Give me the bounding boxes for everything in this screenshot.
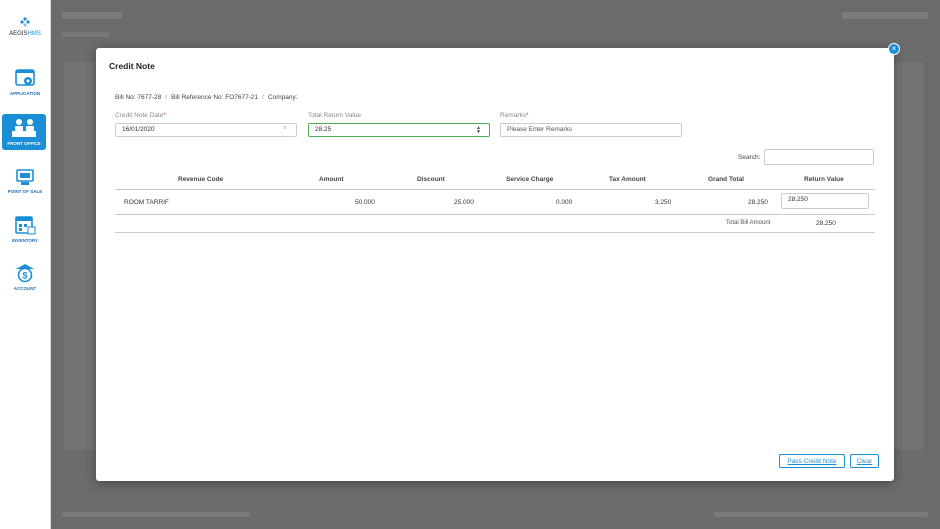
close-button[interactable]: × (888, 43, 900, 55)
remarks-input[interactable]: Please Enter Remarks (500, 123, 682, 137)
logo-text: AEGISHMS (9, 31, 41, 37)
inventory-icon (15, 216, 36, 235)
separator: / (165, 94, 168, 101)
column-header-revenue-code: Revenue Code (178, 176, 224, 183)
search-label: Search: (738, 154, 761, 161)
total-return-value-input[interactable]: 28.25 (308, 123, 490, 137)
app-logo[interactable]: AEGISHMS (0, 16, 50, 37)
sidebar: AEGISHMS APPLICATION FRONT OFFICE POINT … (0, 0, 51, 529)
background-footer-left (62, 512, 250, 517)
cell-discount: 25.000 (454, 199, 474, 206)
number-stepper-icon[interactable]: ▲ ▼ (476, 126, 481, 135)
background-footer-right (714, 512, 928, 517)
sidebar-item-label: APPLICATION (9, 91, 41, 96)
column-header-grand-total: Grand Total (708, 176, 744, 183)
sidebar-item-application[interactable]: APPLICATION (0, 69, 50, 96)
column-header-tax-amount: Tax Amount (609, 176, 646, 183)
separator: / (262, 94, 264, 101)
pass-credit-note-button[interactable]: Pass Credit Note (779, 454, 845, 468)
column-header-service-charge: Service Charge (506, 176, 554, 183)
logo-icon (20, 17, 30, 27)
column-header-discount: Discount (417, 176, 445, 183)
total-return-value-label: Total Return Value (308, 112, 361, 119)
background-topbar (62, 12, 122, 19)
total-bill-amount-value: 28.250 (816, 220, 836, 227)
total-bill-amount-label: Total Bill Amount (726, 220, 771, 226)
credit-note-date-input[interactable]: 16/01/2020 (115, 123, 297, 137)
sidebar-item-front-office[interactable]: FRONT OFFICE (2, 114, 46, 150)
credit-note-date-label: Credit Note Date* (115, 112, 166, 119)
clear-date-icon[interactable]: × (283, 125, 287, 132)
company: Company: (267, 94, 298, 101)
sidebar-item-label: POINT OF SALE (7, 189, 43, 194)
bill-number: Bill No: 7677-28 (115, 94, 162, 101)
clear-button[interactable]: Clear (850, 454, 879, 468)
table-row: ROOM TARRIF 50.000 25.000 0.000 3.250 28… (115, 190, 875, 215)
cell-service-charge: 0.000 (556, 199, 573, 206)
cell-tax-amount: 3.250 (655, 199, 672, 206)
bill-info: Bill No: 7677-28/Bill Reference No: FO76… (115, 94, 298, 101)
close-icon: × (891, 44, 897, 53)
remarks-label: Remarks* (500, 112, 529, 119)
background-topbar-right (842, 12, 928, 19)
modal-title: Credit Note (109, 61, 155, 71)
search-input[interactable] (764, 149, 874, 165)
cell-grand-total: 28.250 (748, 199, 768, 206)
account-dollar-icon: $ (16, 264, 34, 283)
cell-amount: 50.000 (355, 199, 375, 206)
credit-note-modal: Credit Note × Bill No: 7677-28/Bill Refe… (96, 43, 900, 481)
background-breadcrumb (62, 32, 110, 37)
sidebar-item-label: ACCOUNT (13, 286, 37, 291)
application-gear-icon (15, 69, 35, 86)
sidebar-item-label: FRONT OFFICE (7, 141, 41, 146)
front-office-desk-icon (12, 119, 36, 137)
svg-text:$: $ (22, 271, 27, 281)
column-header-amount: Amount (319, 176, 344, 183)
sidebar-item-label: INVENTORY (11, 238, 38, 243)
column-header-return-value: Return Value (804, 176, 844, 183)
sidebar-item-point-of-sale[interactable]: POINT OF SALE (0, 169, 50, 194)
sidebar-item-inventory[interactable]: INVENTORY (0, 215, 50, 243)
return-value-input[interactable]: 28.250 (781, 193, 869, 209)
sidebar-item-account[interactable]: $ ACCOUNT (0, 263, 50, 291)
bill-reference: Bill Reference No: FO7677-21 (171, 94, 259, 101)
table-header: Revenue Code Amount Discount Service Cha… (115, 172, 875, 190)
cell-revenue-code: ROOM TARRIF (124, 199, 169, 206)
point-of-sale-icon (16, 169, 34, 185)
table-total-row: Total Bill Amount 28.250 (115, 215, 875, 233)
